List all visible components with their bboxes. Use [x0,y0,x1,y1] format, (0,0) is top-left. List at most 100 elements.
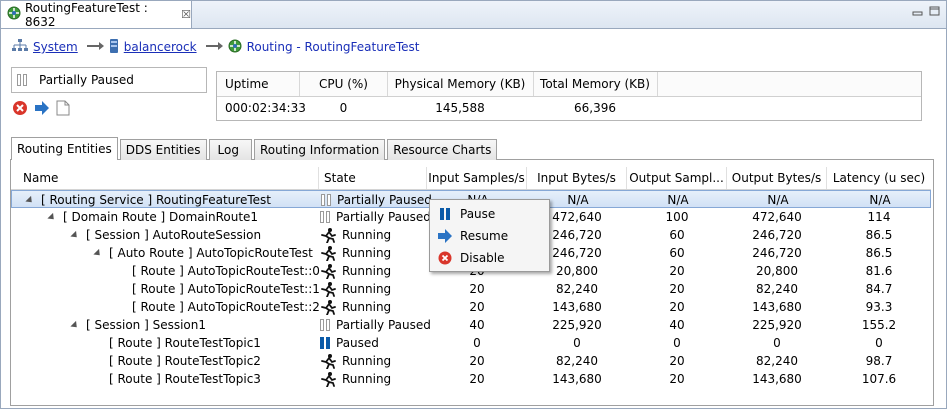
running-icon [320,299,336,315]
table-row[interactable]: [ Route ] AutoTopicRouteTest::1 Running 20… [11,280,931,298]
row-state-label: Running [342,246,392,260]
row-state-label: Running [342,354,392,368]
resume-arrow-icon [430,229,460,243]
table-row[interactable]: [ Route ] RouteTestTopic2 Running 20 82,240… [11,352,931,370]
row-name-cell: [ Session ] AutoRouteSession [70,226,261,244]
row-state-cell: Partially Paused [321,191,432,209]
breadcrumb: System balancerock Routing - RoutingFeat… [12,38,425,56]
row-out-bytes-cell: 82,240 [756,354,798,368]
entities-grid-header: Name State Input Samples/s Input Bytes/s… [11,167,931,190]
row-out-bytes-cell: 20,800 [756,264,798,278]
metrics-header-cpu: CPU (%) [300,72,388,96]
context-menu-item-disable[interactable]: Disable [430,247,549,269]
row-out-samples-cell: 60 [669,228,685,242]
row-out-bytes-cell: 472,640 [752,210,802,224]
metrics-header-uptime: Uptime [217,72,300,96]
column-header-name[interactable]: Name [11,167,319,189]
table-row[interactable]: [ Session ] Session1 Partially Paused 40 22… [11,316,931,334]
row-state-label: Paused [336,336,379,350]
row-state-label: Running [342,264,392,278]
breadcrumb-system-link[interactable]: System [33,40,78,54]
row-state-label: Partially Paused [337,193,432,207]
close-tab-icon[interactable]: ☒ [181,8,191,21]
row-name: [ Route ] RouteTestTopic2 [109,354,261,368]
row-latency-cell: N/A [869,193,891,207]
table-row[interactable]: [ Route ] RouteTestTopic3 Running 20 143,68… [11,370,931,388]
editor-tab[interactable]: RoutingFeatureTest : 8632 ☒ [1,0,192,29]
row-name: [ Route ] AutoTopicRouteTest::0 [132,264,320,278]
resume-arrow-icon[interactable] [34,100,50,116]
expand-triangle-icon[interactable] [47,212,57,222]
context-menu-item-resume[interactable]: Resume [430,225,549,247]
row-in-samples-cell: 20 [469,282,485,296]
row-out-samples-cell: 0 [673,336,681,350]
tab-dds-entities[interactable]: DDS Entities [119,139,207,160]
status-label: Partially Paused [39,73,134,87]
row-out-bytes-cell: 143,680 [752,372,802,386]
maximize-icon[interactable] [929,6,941,16]
disable-icon[interactable] [12,100,28,116]
tab-routing-entities[interactable]: Routing Entities [11,137,118,160]
metrics-uptime-value: 000:02:34:33 [225,101,306,115]
row-name: [ Route ] AutoTopicRouteTest::2 [132,300,320,314]
process-metrics-table: Uptime CPU (%) Physical Memory (KB) Tota… [216,71,922,121]
partially-paused-icon [320,319,330,331]
running-icon [320,281,336,297]
row-out-samples-cell: 20 [669,372,685,386]
network-tree-icon [12,38,28,56]
row-name: [ Routing Service ] RoutingFeatureTest [41,193,271,207]
disable-icon [430,251,460,265]
expand-triangle-icon[interactable] [70,230,80,240]
tab-routing-information[interactable]: Routing Information [253,139,386,160]
metrics-value-row: 000:02:34:33 0 145,588 66,396 [217,97,921,119]
minimize-icon[interactable] [912,6,924,16]
context-menu-label: Resume [460,229,509,243]
tab-log[interactable]: Log [208,139,252,160]
expand-triangle-icon[interactable] [93,248,103,258]
row-name-cell: [ Route ] RouteTestTopic1 [94,334,261,352]
table-row[interactable]: [ Route ] AutoTopicRouteTest::2 Running 20… [11,298,931,316]
document-icon[interactable] [56,100,70,116]
editor-tab-title: RoutingFeatureTest : 8632 [25,0,148,29]
column-header-input-samples[interactable]: Input Samples/s [427,167,527,189]
row-name: [ Route ] RouteTestTopic3 [109,372,261,386]
row-out-samples-cell: 40 [669,318,685,332]
row-out-samples-cell: 20 [669,300,685,314]
running-icon [320,353,336,369]
breadcrumb-host-link[interactable]: balancerock [124,40,197,54]
row-latency-cell: 114 [867,210,891,224]
metrics-header-physical-memory: Physical Memory (KB) [387,72,534,96]
table-row[interactable]: [ Route ] RouteTestTopic1 Paused 0 0 0 0 0 [11,334,931,352]
column-header-state[interactable]: State [319,167,427,189]
row-in-samples-cell: 20 [469,354,485,368]
partially-paused-icon [17,74,27,86]
arrow-right-icon [83,40,109,54]
running-icon [320,227,336,243]
routing-service-icon [228,39,242,56]
breadcrumb-current: Routing - RoutingFeatureTest [246,40,420,54]
tab-resource-charts[interactable]: Resource Charts [387,139,498,160]
row-in-bytes-cell: 0 [573,336,581,350]
row-latency-cell: 155.2 [861,318,897,332]
context-menu-item-pause[interactable]: Pause [430,203,549,225]
column-header-input-bytes[interactable]: Input Bytes/s [527,167,627,189]
column-header-latency[interactable]: Latency (u sec) [827,167,931,189]
tab-strip: Routing Entities DDS Entities Log Routin… [11,137,499,160]
row-name: [ Auto Route ] AutoTopicRouteTest [109,246,313,260]
expand-triangle-icon[interactable] [70,320,80,330]
row-name-cell: [ Domain Route ] DomainRoute1 [47,208,258,226]
row-name-cell: [ Auto Route ] AutoTopicRouteTest [93,244,313,262]
control-toolbar [12,100,76,116]
context-menu-label: Disable [460,251,505,265]
paused-icon [320,337,330,349]
row-out-samples-cell: 100 [665,210,689,224]
column-header-output-samples[interactable]: Output Sampl... [627,167,727,189]
column-header-output-bytes[interactable]: Output Bytes/s [727,167,827,189]
status-indicator: Partially Paused [11,67,207,93]
row-state-label: Partially Paused [336,318,431,332]
row-name-cell: [ Route ] RouteTestTopic3 [94,370,261,388]
row-latency-cell: 86.5 [865,228,893,242]
row-latency-cell: 93.3 [865,300,893,314]
expand-triangle-icon[interactable] [25,195,35,205]
row-latency-cell: 0 [875,336,883,350]
